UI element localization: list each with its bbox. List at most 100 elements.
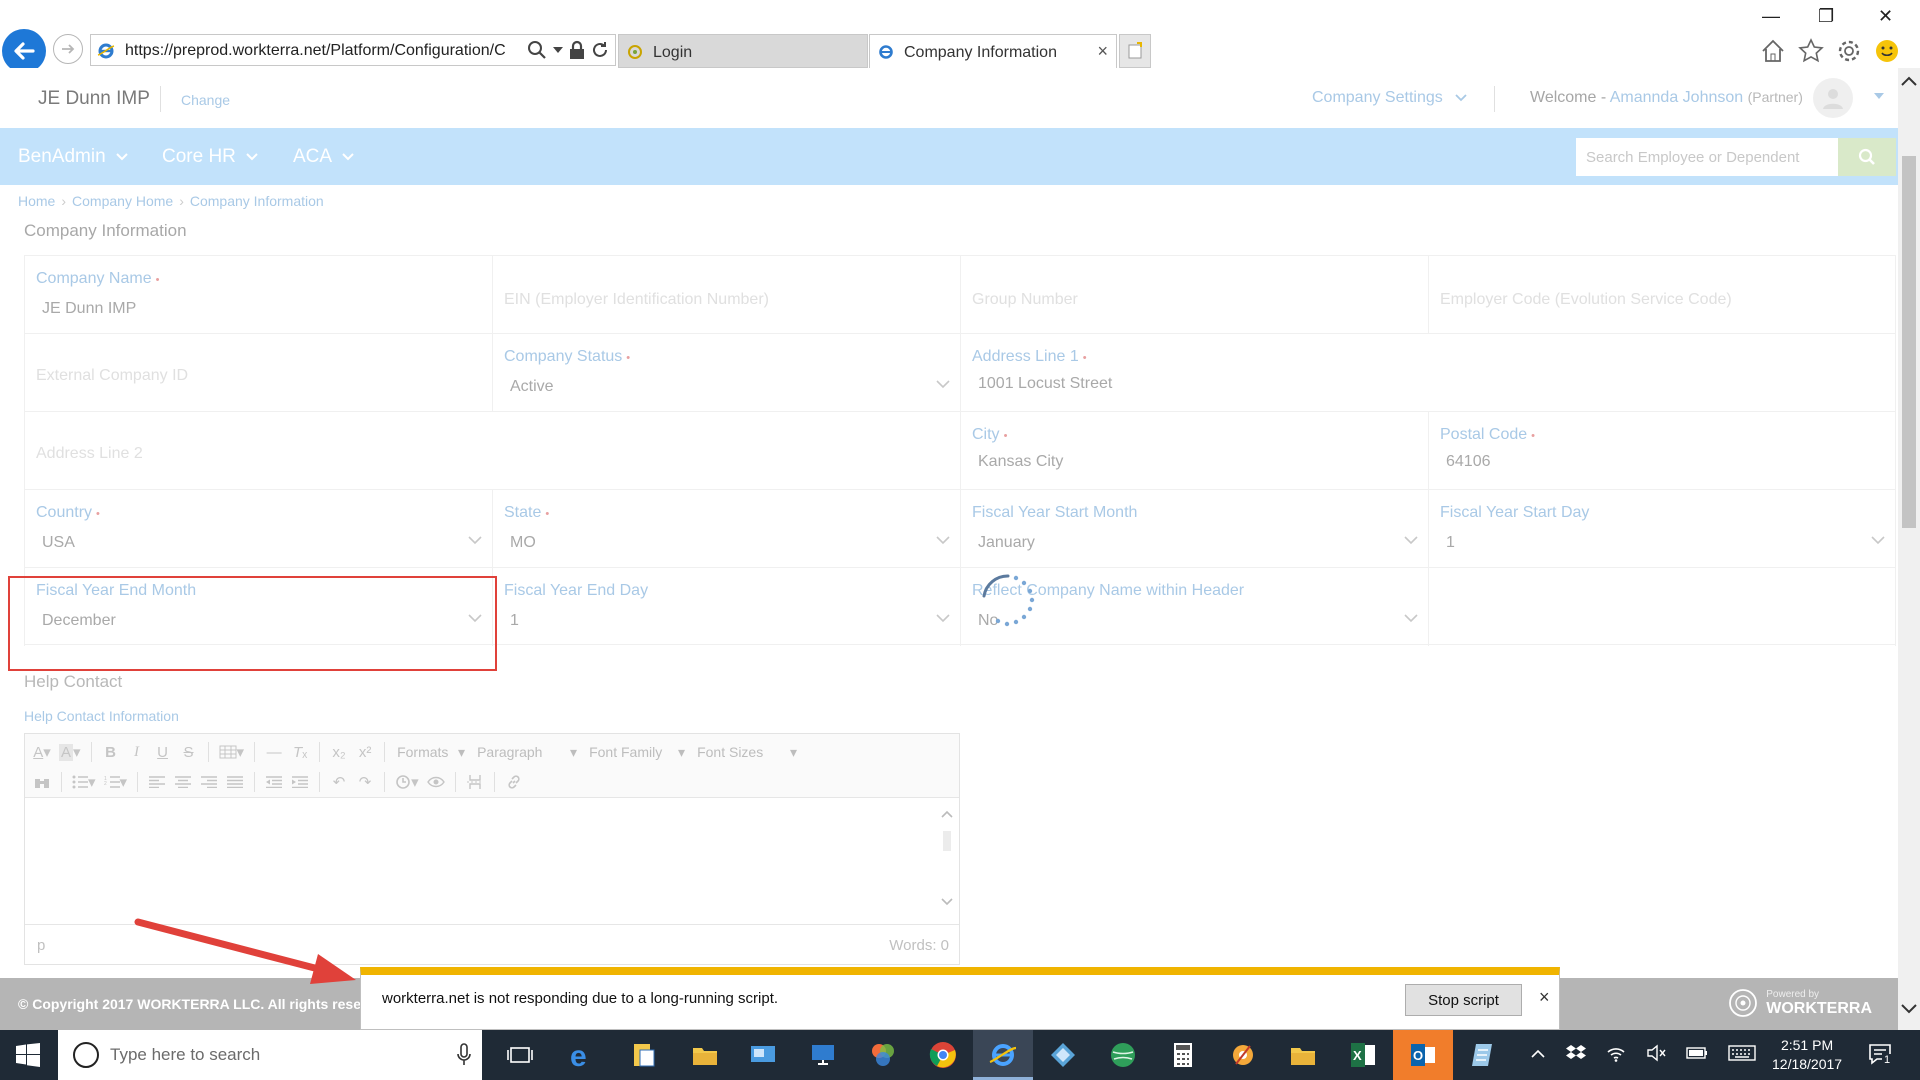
refresh-icon[interactable] — [591, 41, 609, 59]
app-diamond-icon[interactable] — [1048, 1040, 1078, 1070]
font-color-button[interactable]: A ▾ — [31, 740, 53, 764]
italic-button[interactable]: I — [126, 740, 148, 764]
avatar[interactable] — [1813, 78, 1853, 118]
chevron-up-icon[interactable] — [1530, 1047, 1546, 1059]
back-button[interactable] — [2, 29, 46, 73]
fiscal-year-start-day-select[interactable]: Fiscal Year Start Day 1 — [1428, 490, 1896, 568]
home-icon[interactable] — [1760, 38, 1786, 64]
background-color-button[interactable]: A ▾ — [57, 740, 83, 764]
state-select[interactable]: State • MO — [492, 490, 960, 568]
taskbar-search[interactable]: Type here to search — [58, 1030, 482, 1080]
external-company-id-field[interactable]: External Company ID — [24, 334, 492, 412]
forward-button[interactable] — [53, 34, 83, 64]
wifi-icon[interactable] — [1606, 1044, 1626, 1062]
horizontal-line-button[interactable]: — — [263, 740, 285, 764]
scrollbar-thumb[interactable] — [1902, 156, 1916, 528]
company-status-select[interactable]: Company Status • Active — [492, 334, 960, 412]
insert-link-button[interactable] — [503, 770, 525, 794]
change-company-link[interactable]: Change — [181, 92, 230, 108]
address-bar[interactable]: https://preprod.workterra.net/Platform/C… — [90, 34, 616, 66]
company-settings-menu[interactable]: Company Settings — [1312, 89, 1467, 107]
search-icon[interactable] — [527, 40, 547, 60]
stop-script-button[interactable]: Stop script — [1405, 984, 1522, 1016]
scroll-up-icon[interactable] — [1898, 72, 1920, 92]
table-button[interactable]: ▾ — [217, 740, 247, 764]
taskbar-clock[interactable]: 2:51 PM 12/18/2017 — [1772, 1036, 1842, 1074]
city-field[interactable]: City • Kansas City — [960, 412, 1428, 490]
restore-button[interactable]: ❐ — [1818, 6, 1834, 27]
keyboard-icon[interactable] — [1728, 1045, 1756, 1061]
close-notification-icon[interactable]: × — [1539, 987, 1550, 1008]
user-name-link[interactable]: Amannda Johnson — [1610, 89, 1743, 106]
find-replace-button[interactable] — [31, 770, 53, 794]
chevron-down-icon[interactable] — [1873, 92, 1885, 100]
strikethrough-button[interactable]: S — [178, 740, 200, 764]
underline-button[interactable]: U — [152, 740, 174, 764]
align-center-button[interactable] — [172, 770, 194, 794]
page-scrollbar[interactable] — [1898, 68, 1920, 1030]
nav-core-hr[interactable]: Core HR — [162, 146, 258, 168]
task-view-icon[interactable] — [505, 1040, 535, 1070]
fiscal-year-end-day-select[interactable]: Fiscal Year End Day 1 — [492, 568, 960, 646]
ein-field[interactable]: EIN (Employer Identification Number) — [492, 256, 960, 334]
employer-code-field[interactable]: Employer Code (Evolution Service Code) — [1428, 256, 1896, 334]
search-button[interactable] — [1838, 138, 1896, 176]
group-number-field[interactable]: Group Number — [960, 256, 1428, 334]
close-tab-icon[interactable]: × — [1097, 41, 1108, 62]
address-line-2-field[interactable]: Address Line 2 — [24, 412, 960, 490]
dropbox-icon[interactable] — [1566, 1044, 1586, 1062]
justify-button[interactable] — [224, 770, 246, 794]
excel-icon[interactable]: X — [1348, 1040, 1378, 1070]
font-family-select[interactable]: Font Family ▾ — [585, 740, 689, 764]
bullet-list-button[interactable]: ▾ — [70, 770, 98, 794]
windows-start-icon[interactable] — [16, 1043, 40, 1067]
snipping-app-icon[interactable] — [1228, 1040, 1258, 1070]
notepad-app-icon[interactable] — [1468, 1040, 1498, 1070]
folder-icon[interactable] — [1288, 1040, 1318, 1070]
edge-browser-icon[interactable]: e — [568, 1040, 598, 1070]
clear-formatting-button[interactable]: Tₓ — [289, 740, 311, 764]
file-explorer-doc-icon[interactable] — [628, 1040, 658, 1070]
font-sizes-select[interactable]: Font Sizes ▾ — [693, 740, 801, 764]
page-break-button[interactable] — [464, 770, 486, 794]
formats-select[interactable]: Formats ▾ — [393, 740, 469, 764]
globe-app-icon[interactable] — [1108, 1040, 1138, 1070]
photos-icon[interactable] — [868, 1040, 898, 1070]
action-center-button[interactable]: 1 — [1868, 1042, 1894, 1073]
outlook-icon[interactable]: O — [1408, 1040, 1438, 1070]
paragraph-select[interactable]: Paragraph ▾ — [473, 740, 581, 764]
breadcrumb-home[interactable]: Home — [18, 193, 55, 209]
editor-content-area[interactable] — [25, 799, 959, 919]
company-name-field[interactable]: Company Name • JE Dunn IMP — [24, 256, 492, 334]
folder-icon[interactable] — [690, 1040, 720, 1070]
fiscal-year-start-month-select[interactable]: Fiscal Year Start Month January — [960, 490, 1428, 568]
smiley-feedback-icon[interactable] — [1874, 38, 1900, 64]
bold-button[interactable]: B — [100, 740, 122, 764]
tab-company-information[interactable]: Company Information × — [869, 34, 1117, 68]
search-input[interactable] — [1576, 138, 1838, 176]
minimize-button[interactable]: — — [1762, 6, 1780, 27]
undo-button[interactable]: ↶ — [328, 770, 350, 794]
postal-code-field[interactable]: Postal Code • 64106 — [1428, 412, 1896, 490]
dropdown-caret-icon[interactable] — [553, 46, 563, 54]
outdent-button[interactable] — [263, 770, 285, 794]
new-tab-button[interactable] — [1119, 34, 1151, 68]
microphone-icon[interactable] — [456, 1043, 472, 1067]
internet-explorer-icon[interactable] — [988, 1040, 1018, 1070]
close-window-button[interactable]: ✕ — [1878, 6, 1893, 27]
subscript-button[interactable]: x₂ — [328, 740, 350, 764]
tab-login[interactable]: Login — [618, 34, 868, 68]
country-select[interactable]: Country • USA — [24, 490, 492, 568]
superscript-button[interactable]: x² — [354, 740, 376, 764]
nav-benadmin[interactable]: BenAdmin — [18, 146, 128, 168]
gear-icon[interactable] — [1836, 38, 1862, 64]
breadcrumb-company-information[interactable]: Company Information — [190, 193, 324, 209]
remote-desktop-icon[interactable] — [808, 1040, 838, 1070]
scroll-down-icon[interactable] — [1898, 998, 1920, 1018]
battery-icon[interactable] — [1686, 1046, 1708, 1060]
align-left-button[interactable] — [146, 770, 168, 794]
editor-scrollbar[interactable] — [939, 807, 955, 911]
lock-icon[interactable] — [569, 40, 585, 60]
volume-muted-icon[interactable] — [1646, 1044, 1666, 1062]
breadcrumb-company-home[interactable]: Company Home — [72, 193, 173, 209]
